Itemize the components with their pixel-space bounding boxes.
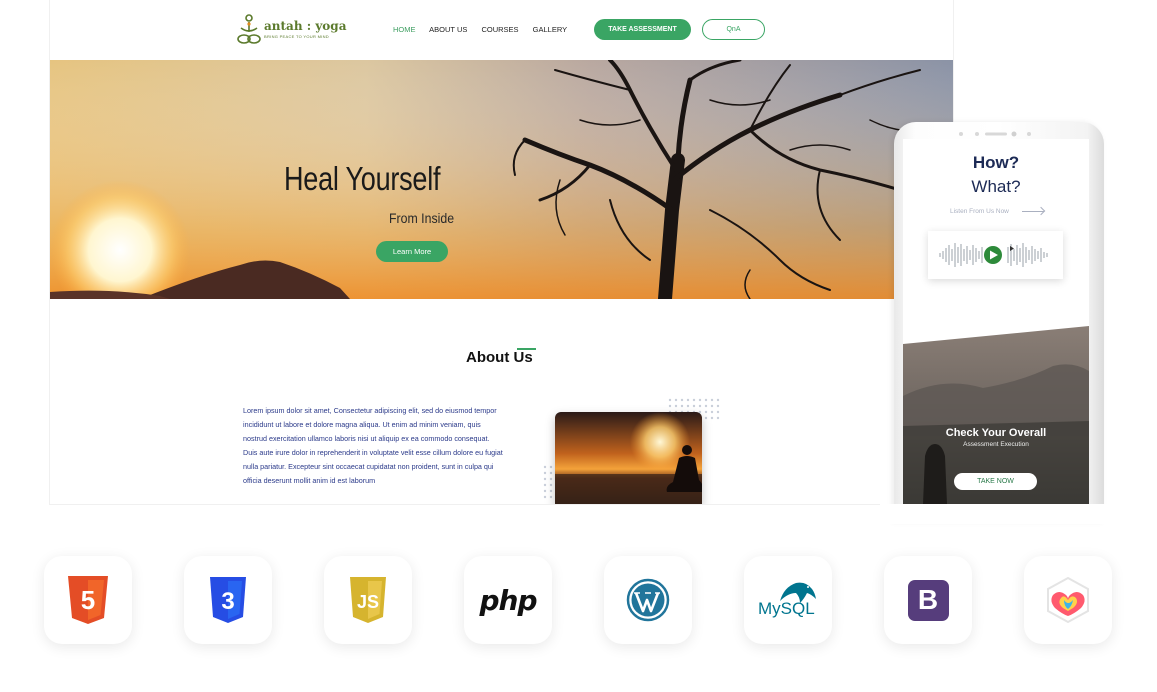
waveform-icon <box>939 243 1048 267</box>
javascript-icon: JS <box>350 577 386 623</box>
phone-screen: How? What? Listen From Us Now Check Your… <box>903 139 1089 504</box>
qna-button[interactable]: QnA <box>702 19 765 40</box>
nav-courses[interactable]: COURSES <box>481 25 518 34</box>
site-logo[interactable]: antah : yoga BRING PEACE TO YOUR MIND <box>236 12 346 48</box>
mysql-icon: MySQL <box>758 579 818 621</box>
sunset-tree-image <box>50 60 953 299</box>
phone-speaker-camera <box>959 131 1031 137</box>
phone-how-heading: How? <box>972 153 1020 172</box>
php-tile: php <box>464 556 552 644</box>
meditation-image <box>555 412 702 504</box>
phone-what-heading: What? <box>971 177 1021 196</box>
bootstrap-letter: B <box>917 584 939 615</box>
html5-number: 5 <box>81 585 95 615</box>
logo-tagline: BRING PEACE TO YOUR MIND <box>264 34 329 39</box>
nav-about-us[interactable]: ABOUT US <box>429 25 467 34</box>
phone-bottom-fade <box>880 504 1120 524</box>
listen-link[interactable]: Listen From Us Now <box>950 208 1009 215</box>
css3-number: 3 <box>221 588 234 615</box>
javascript-tile: JS <box>324 556 412 644</box>
take-now-button[interactable]: TAKE NOW <box>954 473 1037 490</box>
take-assessment-button[interactable]: TAKE ASSESSMENT <box>594 19 691 40</box>
hero-title: Heal Yourself <box>284 160 441 197</box>
about-us-title: About Us <box>466 349 533 366</box>
learn-more-button[interactable]: Learn More <box>376 241 448 262</box>
desktop-website-mockup: antah : yoga BRING PEACE TO YOUR MIND HO… <box>50 0 953 504</box>
check-overall-title: Check Your Overall <box>945 427 1047 439</box>
about-us-text: Lorem ipsum dolor sit amet, Consectetur … <box>243 406 503 485</box>
yoga-logo-icon <box>237 14 261 44</box>
audio-player[interactable] <box>928 231 1063 279</box>
hero-banner: Heal Yourself From Inside Learn More <box>50 60 953 299</box>
craft-icon <box>1047 576 1089 624</box>
mysql-tile: MySQL <box>744 556 832 644</box>
dot-pattern-decoration-left <box>543 465 553 499</box>
logo-text: antah : yoga <box>264 19 347 33</box>
hero-subtitle: From Inside <box>389 210 455 226</box>
css3-tile: 3 <box>184 556 272 644</box>
meditation-sunset-illustration <box>555 412 702 504</box>
nav-gallery[interactable]: GALLERY <box>533 25 567 34</box>
nav-home[interactable]: HOME <box>393 25 416 34</box>
arrow-right-icon <box>1022 211 1044 212</box>
mysql-wordmark: MySQL <box>758 599 815 618</box>
bootstrap-icon: B <box>907 579 949 621</box>
js-letters: JS <box>357 592 379 612</box>
mobile-phone-mockup: How? What? Listen From Us Now Check Your… <box>894 122 1104 522</box>
html5-tile: 5 <box>44 556 132 644</box>
wordpress-icon <box>626 578 670 622</box>
craft-tile <box>1024 556 1112 644</box>
css3-icon: 3 <box>210 577 246 623</box>
assessment-execution-subtitle: Assessment Execution <box>963 441 1029 448</box>
bootstrap-tile: B <box>884 556 972 644</box>
wordpress-tile <box>604 556 692 644</box>
main-nav: HOME ABOUT US COURSES GALLERY <box>393 25 579 34</box>
php-icon: php <box>479 583 537 617</box>
site-header: antah : yoga BRING PEACE TO YOUR MIND HO… <box>50 0 953 60</box>
html5-icon: 5 <box>68 576 108 624</box>
